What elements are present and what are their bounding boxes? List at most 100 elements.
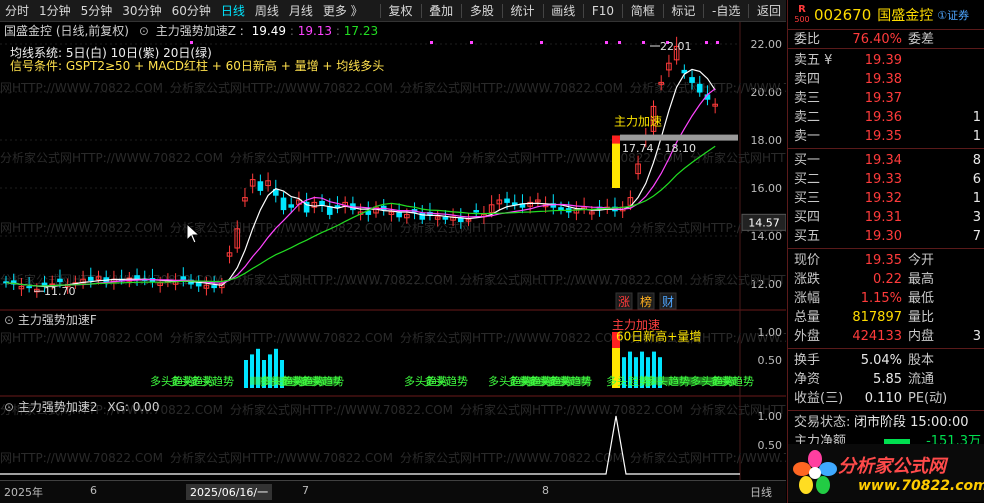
panel2-title: 主力强势加速F <box>17 313 97 327</box>
sell-level-row: 卖一 19.35 1 <box>794 129 981 144</box>
low-price-label: 11.70 <box>44 285 76 298</box>
timeline-month-6: 6 <box>90 484 97 497</box>
candle-body <box>396 212 402 218</box>
range-band <box>620 134 738 141</box>
fuquan-button[interactable]: 复权 <box>384 0 418 22</box>
candle-body <box>180 276 187 280</box>
watermark-text: 分析家公式网HTTP://WWW.70822.COM <box>170 450 393 465</box>
y-tick-label: 22.00 <box>751 38 783 51</box>
weibi-row: 委比 76.40% 委差 <box>788 30 984 49</box>
signal-label: 主力加速 <box>612 318 660 332</box>
stat-row: 涨幅 1.15% 最低 <box>794 291 935 306</box>
overlay-button[interactable]: 叠加 <box>424 0 458 22</box>
y-tick-label: 1.00 <box>758 326 783 339</box>
signal-dot <box>642 41 645 44</box>
chevron-down-icon[interactable]: ⊙ <box>139 24 149 38</box>
chart-area[interactable]: 22.0020.0018.0016.0014.0012.00分析家公式网HTTP… <box>0 22 786 480</box>
watermark-text: 分析家公式网HTTP://WWW.70822.COM <box>0 150 223 165</box>
y-tick-label: 16.00 <box>751 182 783 195</box>
watermark-text: 分析家公式网HTTP://WWW.70822.COM <box>400 450 623 465</box>
timeline-month-8: 8 <box>542 484 549 497</box>
tab-60min[interactable]: 60分钟 <box>167 0 216 22</box>
stat-row: 涨跌 0.22 最高 <box>794 272 935 287</box>
remove-watchlist-button[interactable]: -自选 <box>707 0 745 22</box>
range-label: 17.74 - 18.10 <box>622 142 696 155</box>
watermark-text: 分析家公式网HTTP://WWW.70822.COM <box>0 220 163 235</box>
signal-dot <box>470 41 473 44</box>
mark-button[interactable]: 标记 <box>666 0 700 22</box>
watermark-text: 分析家公式网HTTP://WWW.70822.COM <box>630 80 786 95</box>
accel-bar-top <box>612 135 620 144</box>
tab-30min[interactable]: 30分钟 <box>117 0 166 22</box>
buy-level-row: 买四 19.31 3 <box>794 210 981 225</box>
timeline-period: 日线 <box>750 486 772 499</box>
sector-tag[interactable]: ①证券 <box>937 7 969 23</box>
candle-body <box>134 275 140 280</box>
watermark-text: 分析家公式网HTTP://WWW.70822.COM <box>170 80 393 95</box>
tab-1min[interactable]: 1分钟 <box>34 0 76 22</box>
y-tick-label: 1.00 <box>758 410 783 423</box>
buy-level-row: 买三 19.32 1 <box>794 191 981 206</box>
indicator-value-3: 17.23 <box>343 24 379 38</box>
signal-dot <box>430 41 433 44</box>
trend-label: 多头趋势 <box>424 374 468 388</box>
stats-button[interactable]: 统计 <box>506 0 540 22</box>
chevron-down-icon[interactable]: ⊙ <box>4 400 14 414</box>
candle-body <box>319 200 325 206</box>
y-tick-label: 0.50 <box>758 354 783 367</box>
main-panel-header: 国盛金控 (日线,前复权) ⊙ 主力强势加速Z : 19.49 : 19.13 … <box>4 24 379 38</box>
trend-label: 多头趋势 <box>606 374 650 388</box>
panel2-header: ⊙ 主力强势加速F <box>4 311 97 328</box>
watermark-text: 分析家公式网HTTP://WWW.70822.COM <box>400 220 623 235</box>
accel-label: 主力加速 <box>614 115 662 129</box>
stock-name: 国盛金控 <box>877 7 934 24</box>
signal-bar <box>244 360 248 388</box>
info-badge-label: 财 <box>662 295 674 309</box>
candle-body <box>696 83 703 93</box>
candle-body <box>473 210 480 213</box>
tab-more[interactable]: 更多 》 <box>318 0 368 22</box>
simple-frame-button[interactable]: 简框 <box>626 0 660 22</box>
signal-dot <box>705 41 708 44</box>
candle-body <box>195 282 202 287</box>
indicator-value-1: 19.49 <box>251 24 286 38</box>
chevron-down-icon[interactable]: ⊙ <box>4 313 14 327</box>
stat-row: 换手 5.04% 股本 <box>794 353 935 368</box>
tab-5min[interactable]: 5分钟 <box>76 0 118 22</box>
candles-group <box>3 36 718 298</box>
sell-level-row: 卖二 19.36 1 <box>794 110 981 125</box>
quote-panel: R 500 002670 国盛金控 ①证券 委比 76.40% 委差 卖五 ¥1… <box>787 0 984 503</box>
back-button[interactable]: 返回 <box>752 0 786 22</box>
stat-row: 总量 817897 量比 <box>794 310 935 325</box>
candle-body <box>257 181 264 191</box>
info-badge-label: 榜 <box>640 294 652 309</box>
flower-logo-icon <box>793 450 837 494</box>
draw-line-button[interactable]: 画线 <box>546 0 580 22</box>
timeline-month-7: 7 <box>302 484 309 497</box>
tab-weekly[interactable]: 周线 <box>250 0 284 22</box>
stat-row: 收益(三) 0.110 PE(动) <box>794 391 948 406</box>
xg-value: XG: 0.00 <box>107 400 160 414</box>
candle-body <box>57 278 63 283</box>
watermark-text: 分析家公式网HTTP://WWW.70822.COM <box>460 272 683 287</box>
sell-level-row: 卖四 19.38 <box>794 72 902 87</box>
watermark-text: 分析家公式网HTTP://WWW.70822.COM <box>170 330 393 345</box>
timeline-year: 2025年 <box>4 486 43 499</box>
xg-signal-line <box>0 415 740 475</box>
time-axis[interactable]: 2025年 6 2025/06/16/一 7 8 日线 <box>0 480 786 503</box>
toolbar-divider <box>379 3 381 18</box>
stock-title: 国盛金控 (日线,前复权) <box>4 24 129 38</box>
status-row: 交易状态: 闭市阶段 15:00:00 <box>794 415 969 430</box>
ma5-line <box>5 68 716 288</box>
buy-orders: 买一 19.34 8 买二 19.33 6 买三 19.32 1 买四 19.31 3 买五 19.30 7 <box>788 149 984 249</box>
candle-body <box>326 206 333 215</box>
multi-stock-button[interactable]: 多股 <box>465 0 499 22</box>
tab-daily[interactable]: 日线 <box>216 0 250 22</box>
tab-fenshi[interactable]: 分时 <box>0 0 34 22</box>
trend-label: 多头趋势 <box>300 374 344 388</box>
sell-level-row: 卖三 19.37 <box>794 91 902 106</box>
stock-code: 002670 <box>814 5 872 24</box>
high-price-label: 22.01 <box>660 40 692 53</box>
tab-monthly[interactable]: 月线 <box>284 0 318 22</box>
f10-button[interactable]: F10 <box>587 0 619 22</box>
